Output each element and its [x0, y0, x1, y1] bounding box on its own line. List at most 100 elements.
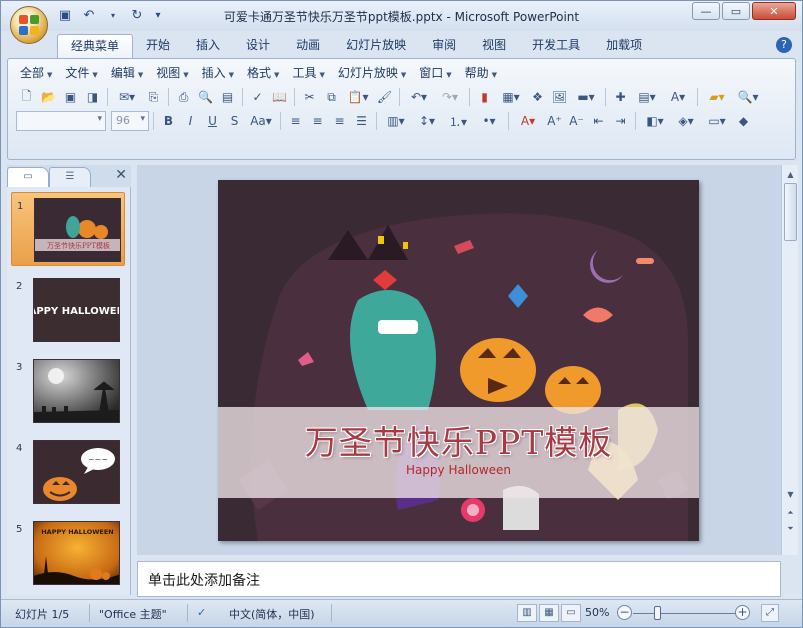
tab-review[interactable]: 审阅: [419, 34, 469, 58]
italic-icon[interactable]: I: [180, 111, 201, 131]
cut-icon[interactable]: ✂: [299, 87, 320, 107]
font-color-icon[interactable]: A▾: [513, 111, 543, 131]
menu-view[interactable]: 视图 ▼: [152, 65, 197, 83]
email-icon[interactable]: ✉▾: [112, 87, 142, 107]
chart-icon[interactable]: ▮: [474, 87, 495, 107]
slide-thumbnail-4[interactable]: 4 ~~~: [11, 435, 125, 509]
close-button[interactable]: ✕: [752, 2, 796, 20]
scroll-thumb[interactable]: [784, 183, 797, 241]
align-left-icon[interactable]: ≡: [285, 111, 306, 131]
decrease-indent-icon[interactable]: ⇤: [588, 111, 609, 131]
permission-icon[interactable]: ◨: [82, 87, 103, 107]
strikethrough-icon[interactable]: S: [224, 111, 245, 131]
spell-check-icon[interactable]: ✓: [197, 606, 206, 619]
justify-icon[interactable]: ☰: [351, 111, 372, 131]
menu-window[interactable]: 窗口 ▼: [415, 65, 460, 83]
slide-thumbnail-5[interactable]: 5 HAPPY HALLOWEEN: [11, 516, 125, 590]
numbering-icon[interactable]: ⒈▾: [443, 111, 473, 131]
center-icon[interactable]: ≡: [307, 111, 328, 131]
columns-icon[interactable]: ▥▾: [381, 111, 411, 131]
undo-icon[interactable]: ↶▾: [404, 87, 434, 107]
outline-tab-icon[interactable]: ☰: [49, 167, 91, 187]
help-icon[interactable]: ?: [776, 37, 792, 53]
layout-icon[interactable]: ▤▾: [632, 87, 662, 107]
color-grayscale-icon[interactable]: ▬▾: [571, 87, 601, 107]
open-icon[interactable]: 📂: [38, 87, 59, 107]
quick-styles-icon[interactable]: ▭▾: [702, 111, 732, 131]
slideshow-view-icon[interactable]: ▭: [561, 604, 581, 622]
paste-icon[interactable]: 📋▾: [343, 87, 373, 107]
copy-icon[interactable]: ⧉: [321, 87, 342, 107]
tab-insert[interactable]: 插入: [183, 34, 233, 58]
slides-tab-icon[interactable]: ▭: [7, 167, 49, 187]
bullets-icon[interactable]: •▾: [474, 111, 504, 131]
vertical-scrollbar[interactable]: ▲ ▼ ⏶ ⏷: [781, 165, 798, 555]
new-icon[interactable]: 🗋: [16, 87, 37, 107]
redo-icon[interactable]: ↷▾: [435, 87, 465, 107]
page-setup-icon[interactable]: ▤: [217, 87, 238, 107]
tab-developer[interactable]: 开发工具: [519, 34, 593, 58]
table-icon[interactable]: ▦▾: [496, 87, 526, 107]
menu-format[interactable]: 格式 ▼: [243, 65, 288, 83]
zoom-slider-thumb[interactable]: [654, 606, 661, 620]
slide-thumbnail-2[interactable]: 2 HAPPY HALLOWEEN: [11, 273, 125, 347]
menu-edit[interactable]: 编辑 ▼: [107, 65, 152, 83]
increase-indent-icon[interactable]: ⇥: [610, 111, 631, 131]
shape-fill-icon[interactable]: ◆: [733, 111, 754, 131]
slide-sorter-icon[interactable]: ▦: [539, 604, 559, 622]
print-icon[interactable]: ⎙: [173, 87, 194, 107]
tab-animations[interactable]: 动画: [283, 34, 333, 58]
previous-slide-icon[interactable]: ⏶: [783, 505, 798, 520]
menu-tools[interactable]: 工具 ▼: [288, 65, 333, 83]
tab-addins[interactable]: 加载项: [593, 34, 655, 58]
menu-all[interactable]: 全部 ▼: [16, 65, 61, 83]
slide-thumbnail-1[interactable]: 1 万圣节快乐PPT模板: [11, 192, 125, 266]
new-slide-icon[interactable]: ✚: [610, 87, 631, 107]
zoom-out-icon[interactable]: −: [617, 605, 632, 620]
minimize-button[interactable]: —: [692, 2, 720, 20]
arrange-icon[interactable]: ◈▾: [671, 111, 701, 131]
next-slide-icon[interactable]: ⏷: [783, 521, 798, 536]
line-spacing-icon[interactable]: ↕▾: [412, 111, 442, 131]
menu-file[interactable]: 文件 ▼: [61, 65, 106, 83]
font-size-select[interactable]: 96: [111, 111, 149, 131]
notes-pane[interactable]: 单击此处添加备注: [137, 561, 781, 597]
tab-classic-menu[interactable]: 经典菜单: [57, 34, 134, 58]
font-name-select[interactable]: [16, 111, 106, 131]
save-icon[interactable]: ▣: [60, 87, 81, 107]
grow-font-icon[interactable]: A⁺: [544, 111, 565, 131]
tab-slideshow[interactable]: 幻灯片放映: [333, 34, 419, 58]
bold-icon[interactable]: B: [158, 111, 179, 131]
publish-icon[interactable]: ⎘: [143, 87, 164, 107]
clipart-icon[interactable]: ❖: [527, 87, 548, 107]
align-right-icon[interactable]: ≡: [329, 111, 350, 131]
shrink-font-icon[interactable]: A⁻: [566, 111, 587, 131]
scroll-down-icon[interactable]: ▼: [783, 487, 798, 502]
spelling-icon[interactable]: ✓: [247, 87, 268, 107]
maximize-button[interactable]: ▭: [722, 2, 750, 20]
office-button[interactable]: [10, 6, 48, 44]
zoom-in-icon[interactable]: +: [735, 605, 750, 620]
tab-view[interactable]: 视图: [469, 34, 519, 58]
zoom-slider-track[interactable]: [633, 613, 737, 614]
menu-slideshow[interactable]: 幻灯片放映 ▼: [334, 65, 415, 83]
find-icon[interactable]: 🔍▾: [733, 87, 763, 107]
print-preview-icon[interactable]: 🔍: [195, 87, 216, 107]
current-slide[interactable]: 万圣节快乐PPT模板 Happy Halloween: [218, 180, 699, 541]
menu-help[interactable]: 帮助 ▼: [461, 65, 506, 83]
close-icon[interactable]: ✕: [115, 167, 127, 183]
tab-home[interactable]: 开始: [133, 34, 183, 58]
slide-subtitle[interactable]: Happy Halloween: [218, 463, 699, 477]
tab-design[interactable]: 设计: [233, 34, 283, 58]
open-folder-icon[interactable]: ▰▾: [702, 87, 732, 107]
shapes-icon[interactable]: ◧▾: [640, 111, 670, 131]
slide-title[interactable]: 万圣节快乐PPT模板: [218, 416, 699, 464]
research-icon[interactable]: 📖: [269, 87, 290, 107]
normal-view-icon[interactable]: ▥: [517, 604, 537, 622]
textbox-icon[interactable]: A▾: [663, 87, 693, 107]
scroll-up-icon[interactable]: ▲: [783, 167, 798, 182]
format-painter-icon[interactable]: 🖌: [374, 87, 395, 107]
slide-thumbnail-3[interactable]: 3: [11, 354, 125, 428]
zoom-level[interactable]: 50%: [585, 606, 609, 619]
underline-icon[interactable]: U: [202, 111, 223, 131]
